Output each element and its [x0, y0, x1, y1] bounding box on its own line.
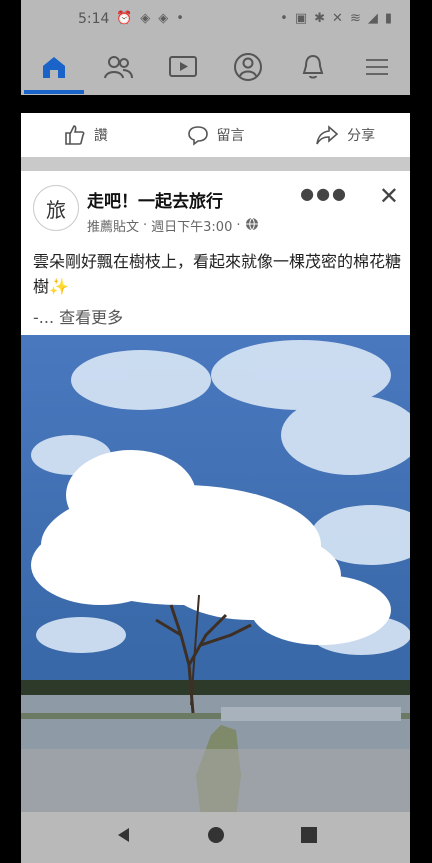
watch-icon[interactable] [163, 50, 203, 84]
meta-dot-2: · [236, 218, 241, 233]
wifi-icon: ≋ [349, 11, 361, 26]
like-icon [65, 125, 85, 145]
top-navigation [21, 40, 410, 95]
more-options-icon[interactable]: ●●● [300, 184, 348, 203]
share-icon [316, 125, 339, 145]
alarm-icon: ⏰ [116, 11, 133, 26]
globe-icon [245, 217, 259, 235]
comment-icon [187, 126, 208, 146]
meta-dot: · [143, 218, 148, 233]
spacer [21, 95, 410, 113]
like-button[interactable]: 讚 [21, 124, 151, 146]
status-left-icons: ⏰ ◈ ◈ • [116, 11, 184, 26]
android-icon-2: ◈ [158, 11, 169, 26]
post-time[interactable]: 週日下午3:00 [151, 216, 232, 235]
active-tab-indicator [24, 90, 84, 94]
comment-button[interactable]: 留言 [151, 124, 281, 146]
battery-icon: ▮ [384, 11, 392, 26]
signal-icon: ◢ [367, 11, 378, 26]
system-navigation-bar [21, 812, 410, 863]
page-avatar[interactable]: 旅 [33, 185, 79, 231]
phone-screen: 5:14 ⏰ ◈ ◈ • • ▣ ✱ ✕ ≋ ◢ ▮ 讚 留言 分享 旅 走吧！… [21, 0, 410, 863]
avatar-text: 旅 [46, 197, 66, 222]
menu-icon[interactable] [357, 50, 397, 84]
share-label: 分享 [347, 128, 376, 144]
page-name[interactable]: 走吧！一起去旅行 [87, 187, 223, 212]
back-icon[interactable] [115, 826, 131, 848]
close-icon[interactable]: ✕ [379, 182, 399, 210]
home-icon[interactable] [34, 50, 74, 84]
see-more-link[interactable]: -... 查看更多 [33, 304, 123, 328]
post-text: 雲朵剛好飄在樹枝上，看起來就像一棵茂密的棉花糖樹✨ [33, 252, 402, 296]
feed-separator [21, 157, 410, 171]
home-button-icon[interactable] [207, 826, 225, 848]
android-icon: ◈ [140, 11, 151, 26]
status-bar: 5:14 ⏰ ◈ ◈ • • ▣ ✱ ✕ ≋ ◢ ▮ [21, 0, 410, 40]
dot-icon: • [280, 11, 288, 26]
dot-icon: • [176, 11, 184, 26]
recents-icon[interactable] [300, 826, 318, 848]
suggested-label: 推薦貼文 [87, 220, 140, 235]
post-meta: 推薦貼文 · 週日下午3:00 · [87, 216, 259, 235]
mute-icon: ✕ [332, 11, 343, 26]
notifications-icon[interactable] [293, 50, 333, 84]
bluetooth-icon: ✱ [314, 11, 326, 26]
comment-label: 留言 [216, 128, 245, 144]
status-time: 5:14 [78, 11, 110, 27]
like-label: 讚 [93, 128, 108, 144]
share-button[interactable]: 分享 [280, 124, 410, 146]
status-right-icons: • ▣ ✱ ✕ ≋ ◢ ▮ [280, 11, 392, 26]
reaction-bar: 讚 留言 分享 [21, 113, 410, 157]
friends-icon[interactable] [98, 50, 138, 84]
profile-icon[interactable] [228, 50, 268, 84]
cast-icon: ▣ [294, 11, 308, 26]
